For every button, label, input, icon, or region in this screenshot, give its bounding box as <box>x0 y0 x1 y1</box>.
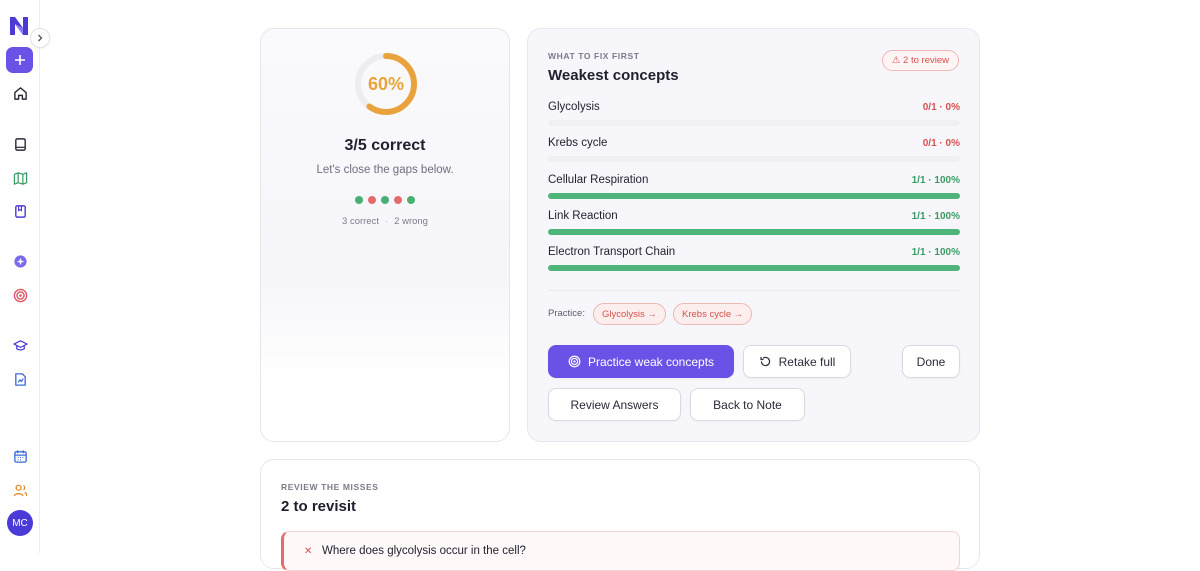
concept-row: Glycolysis 0/1 · 0% <box>548 101 960 131</box>
retake-full-label: Retake full <box>778 354 836 369</box>
concept-progress-fill <box>548 193 960 199</box>
graduation-cap-icon[interactable] <box>10 335 30 355</box>
review-answers-label: Review Answers <box>570 397 659 412</box>
answer-dots <box>261 196 509 204</box>
score-title: 3/5 correct <box>344 137 426 154</box>
concept-row: Link Reaction 1/1 · 100% <box>548 210 960 240</box>
section-title: 2 to revisit <box>281 498 357 515</box>
target-icon[interactable] <box>10 285 30 305</box>
concept-score: 1/1 · 100% <box>911 247 960 258</box>
new-item-button[interactable] <box>6 47 33 73</box>
sparkle-icon[interactable] <box>10 251 30 271</box>
back-to-note-label: Back to Note <box>713 397 782 412</box>
wrong-dot <box>368 196 376 204</box>
concept-score: 0/1 · 0% <box>922 138 960 149</box>
concept-progress-track <box>548 156 960 162</box>
correct-dot <box>407 196 415 204</box>
concept-name: Cellular Respiration <box>548 174 649 186</box>
retake-full-button[interactable]: Retake full <box>743 345 851 378</box>
concept-row: Krebs cycle 0/1 · 0% <box>548 137 960 167</box>
avatar[interactable]: MC <box>7 510 33 536</box>
section-eyebrow: REVIEW THE MISSES <box>281 482 379 492</box>
calendar-icon[interactable] <box>10 446 30 466</box>
map-icon[interactable] <box>10 168 30 188</box>
tally-separator: · <box>384 216 389 227</box>
wrong-mark-icon: ✕ <box>304 546 313 557</box>
concept-row: Cellular Respiration 1/1 · 100% <box>548 174 960 204</box>
logo-icon[interactable] <box>7 14 31 38</box>
correct-dot <box>381 196 389 204</box>
home-icon[interactable] <box>10 83 30 103</box>
concept-name: Glycolysis <box>548 101 600 113</box>
concept-progress-track <box>548 193 960 199</box>
concept-progress-fill <box>548 265 960 271</box>
concept-score: 1/1 · 100% <box>911 211 960 222</box>
concept-progress-track <box>548 229 960 235</box>
concept-progress-fill <box>548 229 960 235</box>
concept-progress-track <box>548 120 960 126</box>
document-chart-icon[interactable] <box>10 369 30 389</box>
wrong-dot <box>394 196 402 204</box>
practice-chip-krebs-cycle[interactable]: Krebs cycle → <box>673 303 753 325</box>
concept-score: 0/1 · 0% <box>922 102 960 113</box>
correct-count: 3 correct <box>342 216 379 227</box>
concept-name: Link Reaction <box>548 210 618 222</box>
section-title: Weakest concepts <box>548 67 679 84</box>
expand-sidebar-button[interactable] <box>30 28 50 48</box>
score-percent: 60% <box>367 73 405 94</box>
review-count-badge: ⚠ 2 to review <box>881 50 959 71</box>
target-icon <box>568 355 581 368</box>
concept-progress-track <box>548 265 960 271</box>
practice-label: Practice: <box>548 308 585 319</box>
concept-score: 1/1 · 100% <box>911 175 960 186</box>
sidebar: MC <box>0 0 50 553</box>
concept-name: Krebs cycle <box>548 137 608 149</box>
correct-dot <box>355 196 363 204</box>
wrong-count: 2 wrong <box>394 216 428 227</box>
missed-question-item[interactable]: ✕ Where does glycolysis occur in the cel… <box>281 531 960 571</box>
practice-weak-concepts-label: Practice weak concepts <box>587 354 715 369</box>
done-button[interactable]: Done <box>902 345 960 378</box>
practice-weak-concepts-button[interactable]: Practice weak concepts <box>548 345 734 378</box>
retake-icon <box>760 356 770 367</box>
section-eyebrow: WHAT TO FIX FIRST <box>548 51 640 61</box>
score-subtitle: Let's close the gaps below. <box>316 164 454 176</box>
plus-icon <box>14 55 25 65</box>
book-icon[interactable] <box>10 134 30 154</box>
missed-question-text: Where does glycolysis occur in the cell? <box>322 545 526 557</box>
score-card: 60% 3/5 correct Let's close the gaps bel… <box>260 28 510 442</box>
score-tally: 3 correct · 2 wrong <box>261 216 509 227</box>
practice-chip-glycolysis[interactable]: Glycolysis → <box>593 303 666 325</box>
bookmark-icon[interactable] <box>10 201 30 221</box>
review-answers-button[interactable]: Review Answers <box>548 388 681 421</box>
weakest-concepts-card: WHAT TO FIX FIRST Weakest concepts ⚠ 2 t… <box>527 28 980 442</box>
users-icon[interactable] <box>10 480 30 500</box>
chevron-right-icon <box>38 34 43 42</box>
divider <box>548 290 960 291</box>
back-to-note-button[interactable]: Back to Note <box>690 388 805 421</box>
done-label: Done <box>916 354 946 369</box>
concept-name: Electron Transport Chain <box>548 246 676 258</box>
concept-row: Electron Transport Chain 1/1 · 100% <box>548 246 960 276</box>
